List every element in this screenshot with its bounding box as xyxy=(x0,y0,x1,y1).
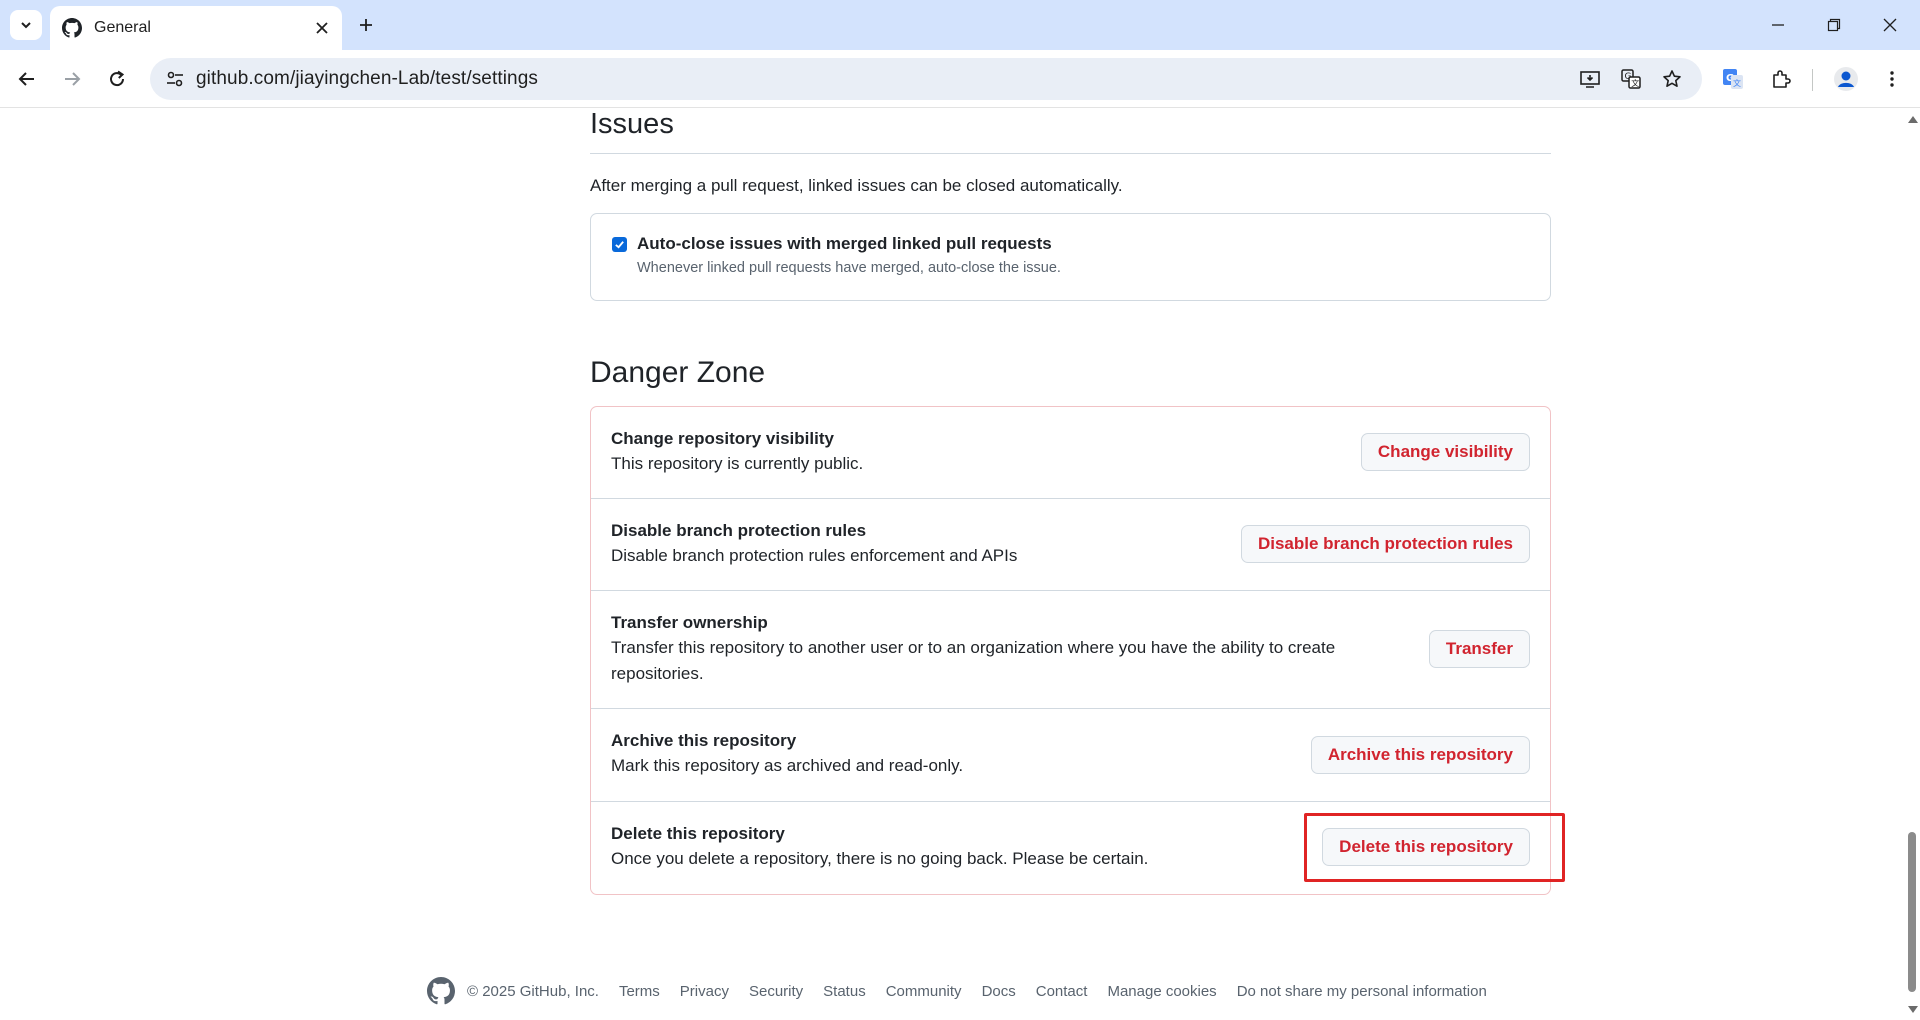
auto-close-checkbox[interactable] xyxy=(612,237,627,252)
footer-link-security[interactable]: Security xyxy=(749,983,803,1000)
install-app-icon xyxy=(1580,71,1600,88)
back-button[interactable] xyxy=(9,61,45,97)
issues-section-title: Issues xyxy=(590,108,1551,154)
reload-button[interactable] xyxy=(99,61,135,97)
danger-row-title: Transfer ownership xyxy=(611,613,768,632)
reload-icon xyxy=(110,70,125,87)
auto-close-issues-box: Auto-close issues with merged linked pul… xyxy=(590,213,1551,301)
danger-zone-box: Change repository visibility This reposi… xyxy=(590,406,1551,895)
restore-icon xyxy=(1827,18,1841,32)
browser-toolbar: github.com/jiayingchen-Lab/test/settings… xyxy=(0,50,1920,108)
bookmark-button[interactable] xyxy=(1656,63,1688,95)
scroll-down-arrow-icon[interactable] xyxy=(1908,1006,1918,1013)
minimize-window-button[interactable] xyxy=(1750,0,1806,50)
change-visibility-button[interactable]: Change visibility xyxy=(1360,433,1530,471)
danger-row-title: Archive this repository xyxy=(611,731,797,750)
danger-zone-title: Danger Zone xyxy=(590,356,766,389)
disable-branch-protection-button[interactable]: Disable branch protection rules xyxy=(1240,525,1530,563)
footer-link-privacy[interactable]: Privacy xyxy=(680,983,729,1000)
footer-link-docs[interactable]: Docs xyxy=(982,983,1016,1000)
arrow-right-icon xyxy=(65,72,81,86)
danger-row-title: Change repository visibility xyxy=(611,429,834,448)
footer-link-community[interactable]: Community xyxy=(886,983,962,1000)
danger-row-delete: Delete this repository Once you delete a… xyxy=(591,802,1550,894)
archive-repository-button[interactable]: Archive this repository xyxy=(1310,736,1530,774)
address-bar[interactable]: github.com/jiayingchen-Lab/test/settings… xyxy=(150,58,1702,100)
danger-row-description: Mark this repository as archived and rea… xyxy=(611,756,964,775)
footer-link-contact[interactable]: Contact xyxy=(1036,983,1088,1000)
page-footer: © 2025 GitHub, Inc. Terms Privacy Securi… xyxy=(427,976,1507,1006)
arrow-left-icon xyxy=(18,72,34,86)
forward-button[interactable] xyxy=(54,61,90,97)
minimize-icon xyxy=(1772,24,1784,26)
avatar-icon xyxy=(1834,67,1858,91)
page-content: Issues After merging a pull request, lin… xyxy=(0,108,1904,1020)
url-text: github.com/jiayingchen-Lab/test/settings xyxy=(196,68,538,89)
checkmark-icon xyxy=(615,241,624,249)
danger-row-description: Transfer this repository to another user… xyxy=(611,638,1336,683)
danger-row-archive: Archive this repository Mark this reposi… xyxy=(591,709,1550,802)
browser-menu-button[interactable] xyxy=(1874,61,1910,97)
danger-row-visibility: Change repository visibility This reposi… xyxy=(591,407,1550,499)
new-tab-button[interactable] xyxy=(350,10,382,40)
site-info-button[interactable] xyxy=(158,62,192,96)
transfer-button[interactable]: Transfer xyxy=(1428,630,1530,668)
github-logo-icon[interactable] xyxy=(427,977,455,1005)
danger-row-branch-protection: Disable branch protection rules Disable … xyxy=(591,499,1550,591)
footer-link-status[interactable]: Status xyxy=(823,983,866,1000)
danger-row-transfer: Transfer ownership Transfer this reposit… xyxy=(591,591,1550,709)
tab-title: General xyxy=(94,19,151,36)
install-app-button[interactable] xyxy=(1574,63,1606,95)
danger-row-title: Disable branch protection rules xyxy=(611,521,867,540)
chevron-down-icon xyxy=(21,22,31,29)
plus-icon xyxy=(360,19,372,31)
close-icon xyxy=(1883,18,1897,32)
google-translate-extension-button[interactable]: G文 xyxy=(1715,61,1751,97)
close-tab-icon[interactable] xyxy=(308,14,336,42)
browser-tabstrip: General xyxy=(0,0,1920,50)
profile-button[interactable] xyxy=(1828,61,1864,97)
scroll-up-arrow-icon[interactable] xyxy=(1908,116,1918,123)
puzzle-icon xyxy=(1773,70,1791,88)
star-icon xyxy=(1663,70,1681,87)
footer-link-terms[interactable]: Terms xyxy=(619,983,660,1000)
scrollbar-thumb[interactable] xyxy=(1908,832,1916,992)
translate-icon: G文 xyxy=(1621,69,1641,89)
tab-search-button[interactable] xyxy=(10,10,42,40)
auto-close-checkbox-label[interactable]: Auto-close issues with merged linked pul… xyxy=(637,234,1052,254)
danger-row-description: Once you delete a repository, there is n… xyxy=(611,849,1149,868)
danger-row-description: Disable branch protection rules enforcem… xyxy=(611,546,1018,565)
google-translate-icon: G文 xyxy=(1723,69,1743,89)
tune-icon xyxy=(167,71,183,87)
delete-repository-button[interactable]: Delete this repository xyxy=(1322,828,1530,866)
page-scrollbar[interactable] xyxy=(1904,108,1920,1020)
footer-link-manage-cookies[interactable]: Manage cookies xyxy=(1107,983,1216,1000)
footer-copyright: © 2025 GitHub, Inc. xyxy=(467,982,599,1000)
translate-button[interactable]: G文 xyxy=(1615,63,1647,95)
browser-tab-active[interactable]: General xyxy=(50,6,342,50)
svg-text:文: 文 xyxy=(1733,78,1741,88)
issues-description: After merging a pull request, linked iss… xyxy=(590,176,1123,195)
github-favicon-icon xyxy=(62,18,82,38)
extensions-button[interactable] xyxy=(1763,61,1799,97)
footer-link-do-not-share[interactable]: Do not share my personal information xyxy=(1237,983,1487,1000)
danger-row-description: This repository is currently public. xyxy=(611,454,864,473)
restore-window-button[interactable] xyxy=(1806,0,1862,50)
danger-row-title: Delete this repository xyxy=(611,824,785,843)
toolbar-separator xyxy=(1812,69,1813,91)
auto-close-checkbox-note: Whenever linked pull requests have merge… xyxy=(637,260,1061,276)
more-vertical-icon xyxy=(1890,71,1894,87)
close-window-button[interactable] xyxy=(1862,0,1918,50)
svg-text:文: 文 xyxy=(1631,78,1639,88)
